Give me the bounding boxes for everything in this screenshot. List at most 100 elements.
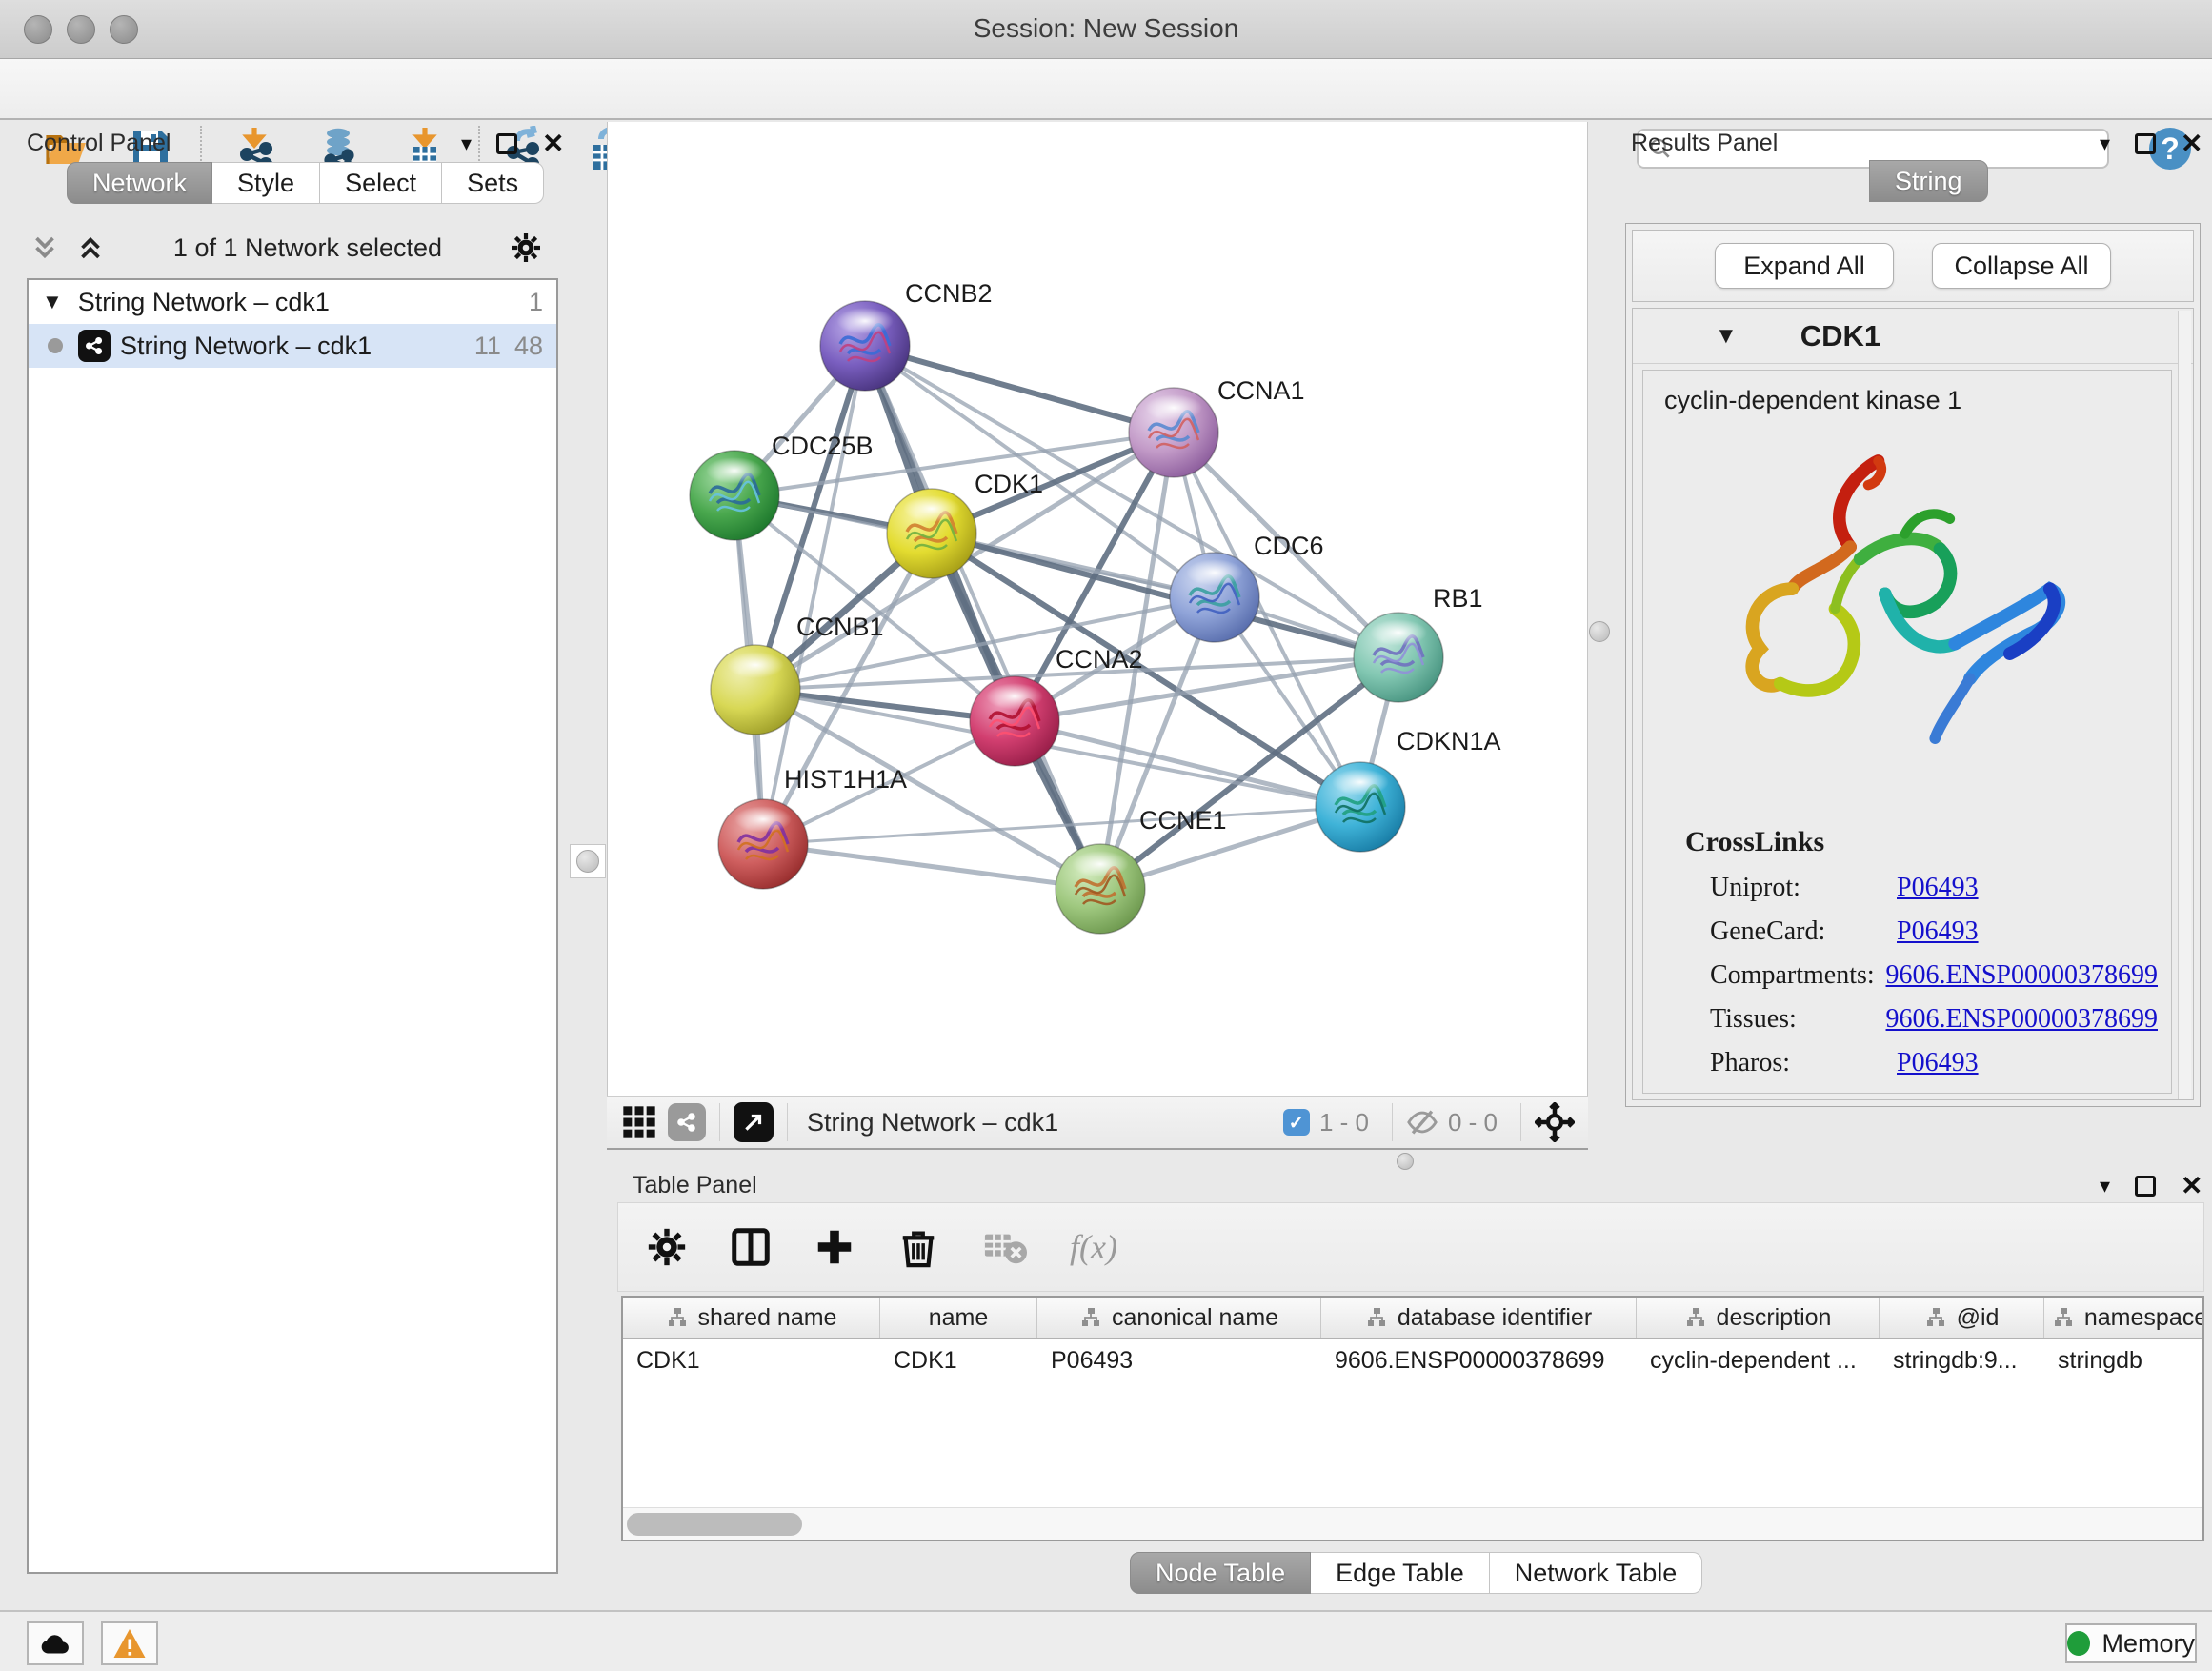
network-node-label: CCNE1 — [1139, 806, 1227, 835]
collapse-panel-icon[interactable]: ▾ — [2100, 131, 2110, 156]
tab-network-table[interactable]: Network Table — [1490, 1552, 1703, 1594]
column-header-shared-name[interactable]: shared name — [623, 1298, 880, 1338]
open-in-new-icon[interactable] — [734, 1102, 774, 1142]
results-gene-section: ▼ CDK1 cyclin-dependent kinase 1 — [1632, 308, 2194, 1100]
column-header-name[interactable]: name — [880, 1298, 1037, 1338]
float-panel-icon[interactable] — [2135, 133, 2156, 154]
collapse-all-button[interactable]: Collapse All — [1932, 243, 2111, 289]
node-table: shared namenamecanonical namedatabase id… — [621, 1296, 2204, 1541]
warning-icon — [112, 1627, 147, 1660]
network-node[interactable] — [1056, 844, 1145, 934]
network-node[interactable] — [1316, 762, 1405, 852]
table-type-tabs: Node Table Edge Table Network Table — [1130, 1552, 1702, 1594]
collection-expand-icon[interactable]: ▼ — [42, 290, 63, 314]
network-node[interactable] — [1129, 388, 1218, 477]
tab-style[interactable]: Style — [212, 162, 320, 204]
column-header-namespace[interactable]: namespace — [2044, 1298, 2204, 1338]
collapse-panel-icon[interactable]: ▾ — [461, 131, 472, 156]
network-graph[interactable]: CCNB2CCNA1CDC25BCDK1CDC6RB1CCNB1CCNA2CDK… — [608, 122, 1589, 1096]
network-node-label: CCNB2 — [905, 279, 993, 308]
expand-all-button[interactable]: Expand All — [1715, 243, 1894, 289]
crosslink-link[interactable]: P06493 — [1897, 1048, 1979, 1078]
table-toolbar: f(x) — [617, 1202, 2204, 1292]
network-collection-row[interactable]: ▼ String Network – cdk1 1 — [29, 280, 556, 324]
table-horizontal-scrollbar[interactable] — [623, 1507, 2202, 1540]
column-header--id[interactable]: @id — [1880, 1298, 2044, 1338]
tab-network[interactable]: Network — [67, 162, 212, 204]
float-panel-icon[interactable] — [496, 133, 517, 154]
collection-count: 1 — [529, 288, 543, 317]
delete-column-trash-icon[interactable] — [896, 1225, 940, 1269]
grid-view-icon[interactable] — [620, 1103, 658, 1141]
table-settings-gear-icon[interactable] — [645, 1225, 689, 1269]
collapse-all-icon[interactable] — [29, 232, 61, 264]
left-splitter-handle[interactable] — [570, 844, 606, 878]
network-node[interactable] — [1354, 613, 1443, 702]
network-row[interactable]: String Network – cdk1 11 48 — [29, 324, 556, 368]
tab-sets[interactable]: Sets — [442, 162, 544, 204]
crosslink-row: Compartments:9606.ENSP00000378699 — [1710, 954, 2158, 997]
crosslink-label: Compartments: — [1710, 960, 1886, 991]
table-cell: cyclin-dependent ... — [1637, 1339, 1880, 1381]
memory-button[interactable]: Memory — [2065, 1623, 2197, 1663]
tab-select[interactable]: Select — [320, 162, 442, 204]
column-header-canonical-name[interactable]: canonical name — [1037, 1298, 1321, 1338]
network-edge[interactable] — [755, 597, 1215, 690]
collection-label: String Network – cdk1 — [78, 288, 330, 317]
collapse-panel-icon[interactable]: ▾ — [2100, 1174, 2110, 1198]
network-selection-row: 1 of 1 Network selected — [29, 225, 543, 271]
show-columns-icon[interactable] — [729, 1225, 773, 1269]
network-node[interactable] — [711, 645, 800, 735]
network-canvas[interactable]: CCNB2CCNA1CDC25BCDK1CDC6RB1CCNB1CCNA2CDK… — [607, 122, 1588, 1096]
close-panel-icon[interactable]: ✕ — [2181, 128, 2202, 159]
table-header-row: shared namenamecanonical namedatabase id… — [623, 1298, 2202, 1339]
network-node-label: CDC25B — [772, 432, 874, 460]
add-column-icon[interactable] — [813, 1225, 856, 1269]
right-splitter-handle[interactable] — [1589, 621, 1610, 642]
network-node[interactable] — [820, 301, 910, 391]
title-bar: Session: New Session — [0, 0, 2212, 59]
expand-all-icon[interactable] — [74, 232, 107, 264]
results-content: Expand All Collapse All ▼ CDK1 cyclin-de… — [1625, 223, 2201, 1107]
selected-checkbox[interactable]: ✓ — [1283, 1109, 1310, 1136]
gear-icon[interactable] — [509, 231, 543, 265]
column-header-database-identifier[interactable]: database identifier — [1321, 1298, 1637, 1338]
close-panel-icon[interactable]: ✕ — [2181, 1170, 2202, 1201]
tab-edge-table[interactable]: Edge Table — [1311, 1552, 1490, 1594]
pan-crosshair-icon[interactable] — [1535, 1102, 1575, 1142]
results-scrollbar[interactable] — [2178, 311, 2191, 1099]
crosslink-row: Uniprot:P06493 — [1710, 866, 2158, 910]
network-node[interactable] — [718, 799, 808, 889]
results-panel-controls: ▾ ✕ — [2100, 128, 2203, 159]
tab-string[interactable]: String — [1869, 160, 1988, 202]
network-share-icon[interactable] — [668, 1103, 706, 1141]
section-expand-icon[interactable]: ▼ — [1715, 323, 1738, 350]
column-header-description[interactable]: description — [1637, 1298, 1880, 1338]
scrollbar-thumb[interactable] — [627, 1513, 802, 1536]
crosslink-link[interactable]: P06493 — [1897, 873, 1979, 903]
function-builder-icon[interactable]: f(x) — [1070, 1227, 1117, 1267]
network-node[interactable] — [1170, 553, 1259, 642]
network-list: ▼ String Network – cdk1 1 String Network… — [27, 278, 558, 1574]
cloud-icon — [38, 1629, 72, 1658]
close-panel-icon[interactable]: ✕ — [542, 128, 564, 159]
network-node-label: CCNA2 — [1056, 645, 1143, 674]
bottom-splitter-handle[interactable] — [1397, 1153, 1414, 1170]
gene-section-header[interactable]: ▼ CDK1 — [1633, 309, 2193, 364]
tab-node-table[interactable]: Node Table — [1130, 1552, 1311, 1594]
delete-table-icon[interactable] — [980, 1225, 1030, 1269]
network-edge[interactable] — [865, 346, 1174, 433]
crosslink-link[interactable]: P06493 — [1897, 916, 1979, 947]
cloud-status-button[interactable] — [27, 1621, 84, 1665]
table-row[interactable]: CDK1CDK1P064939606.ENSP00000378699cyclin… — [623, 1339, 2202, 1381]
crosslink-link[interactable]: 9606.ENSP00000378699 — [1886, 1004, 2158, 1035]
crosslink-link[interactable]: 9606.ENSP00000378699 — [1886, 960, 2158, 991]
network-node[interactable] — [690, 451, 779, 540]
gene-name: CDK1 — [1800, 319, 1880, 353]
network-node[interactable] — [887, 489, 976, 578]
network-node-count: 11 — [474, 332, 501, 361]
float-panel-icon[interactable] — [2135, 1176, 2156, 1197]
network-node[interactable] — [970, 676, 1059, 766]
network-edge[interactable] — [763, 844, 1100, 889]
warning-status-button[interactable] — [101, 1621, 158, 1665]
